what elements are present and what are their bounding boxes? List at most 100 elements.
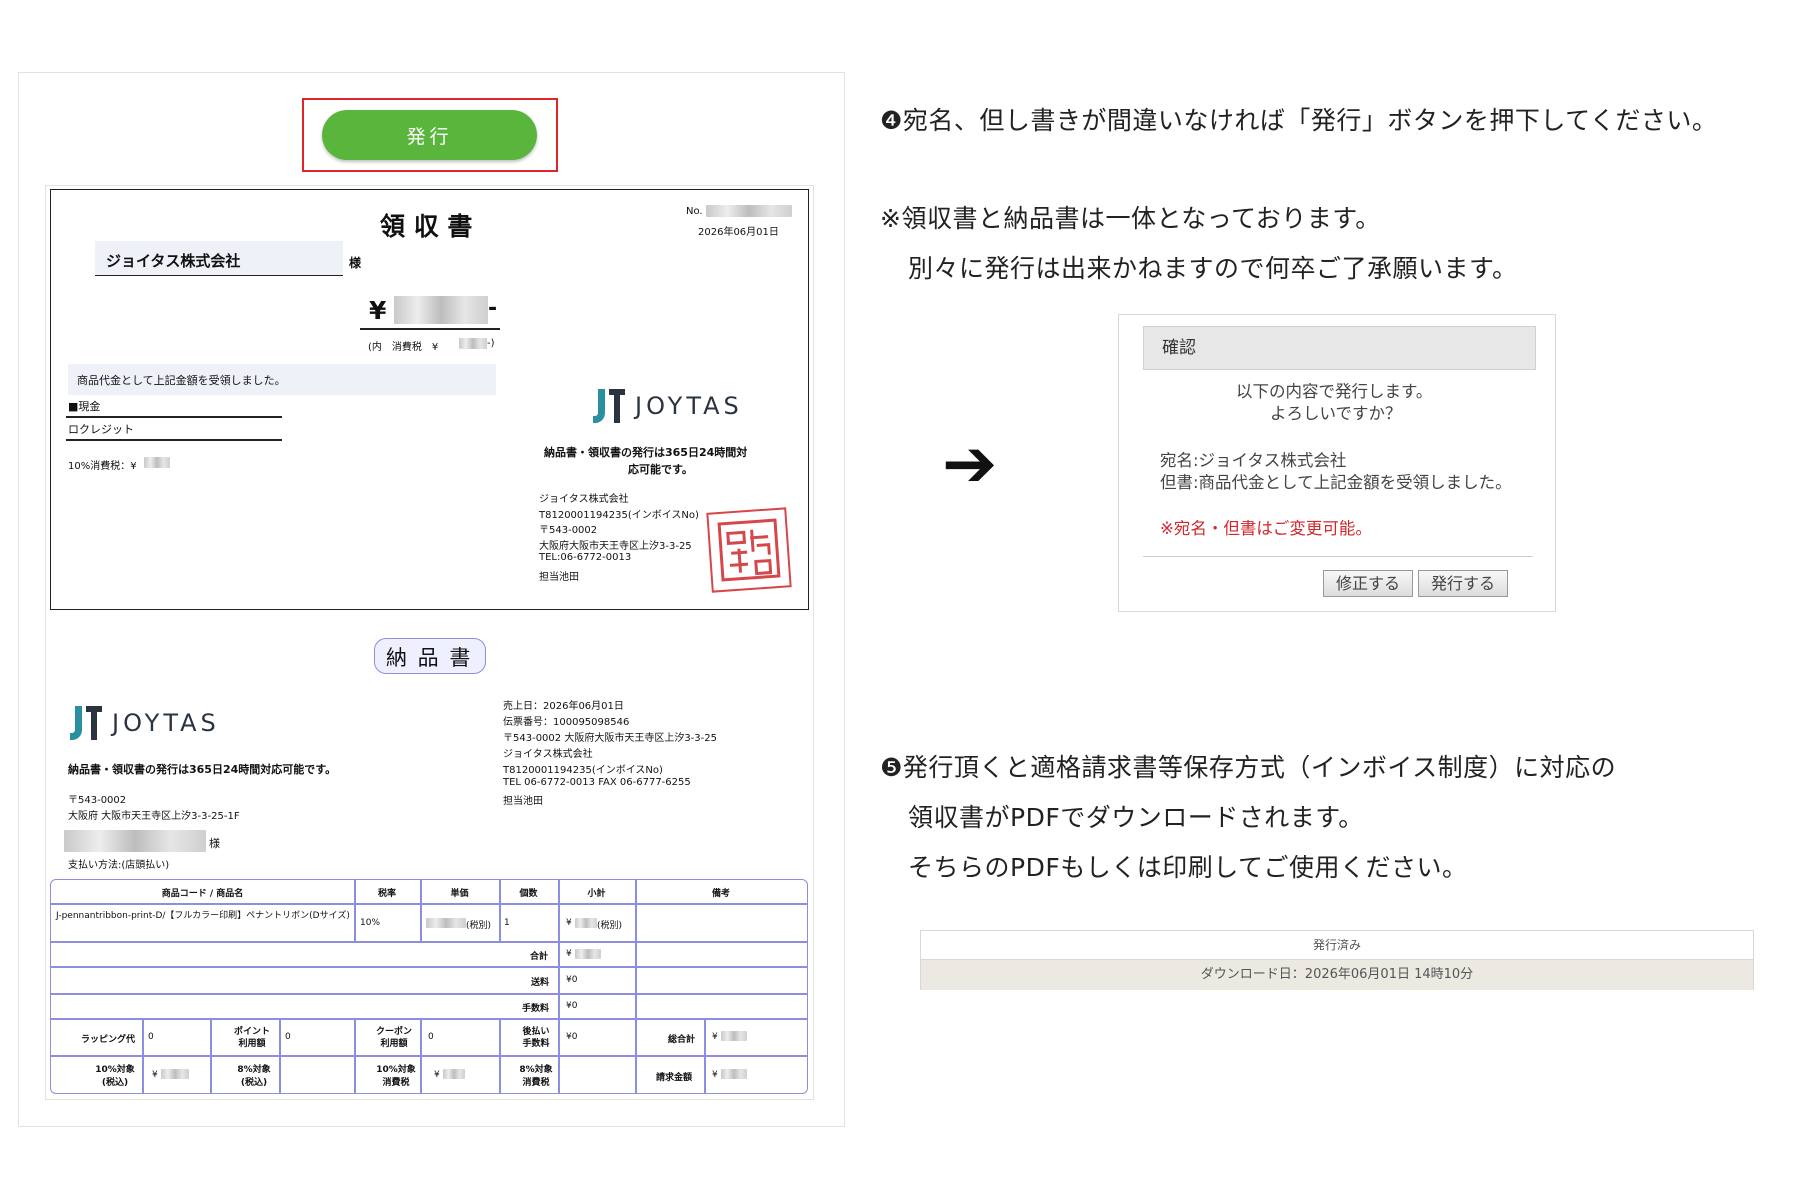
amount-currency: ¥ <box>369 296 387 325</box>
points-label: 利用額 <box>238 1039 266 1049</box>
redacted-tax10 <box>443 1069 465 1079</box>
divider <box>66 439 282 441</box>
delivery-info-line: T8120001194235(インボイスNo) <box>503 765 663 776</box>
customer-address-line: 大阪府 大阪市天王寺区上汐3-3-25-1F <box>68 811 240 822</box>
receipt-notice-1: 納品書・領収書の発行は365日24時間対 <box>544 446 748 459</box>
amount-suffix: - <box>488 296 498 321</box>
col-header: 小計 <box>587 889 606 899</box>
issuer-line: 担当池田 <box>539 572 579 583</box>
logo-text: JOYTAS <box>112 709 220 737</box>
table-rule <box>279 1018 281 1094</box>
redacted-subtotal <box>575 918 597 928</box>
note-line-2: 別々に発行は出来かねますので何卒ご了承願います。 <box>908 254 1518 283</box>
edit-button[interactable]: 修正する <box>1323 570 1413 597</box>
delivery-info-line: TEL 06-6772-0013 FAX 06-6777-6255 <box>503 777 691 788</box>
dialog-warning: ※宛名・但書はご変更可能。 <box>1160 519 1372 538</box>
dialog-title: 確認 <box>1143 326 1536 370</box>
table-rule <box>210 1018 212 1094</box>
redacted-t10 <box>161 1069 189 1079</box>
tax8-label: 8%対象 <box>519 1065 553 1075</box>
delivery-info-line: 〒543-0002 大阪府大阪市天王寺区上汐3-3-25 <box>503 733 717 744</box>
joytas-logo: JOYTAS <box>68 706 220 740</box>
fee-label: 手数料 <box>522 1004 550 1014</box>
delivery-info-line: 伝票番号：100095098546 <box>503 717 630 728</box>
tax10-value: ¥ <box>434 1070 440 1080</box>
t10-value: ¥ <box>152 1070 158 1080</box>
receipt-addressee: ジョイタス株式会社 <box>106 252 241 270</box>
tax10-label: 10%対象 <box>376 1065 416 1075</box>
item-tax: 10% <box>360 918 381 928</box>
table-rule <box>51 1055 807 1057</box>
delivery-title: 納 品 書 <box>386 646 473 670</box>
table-rule <box>704 1018 706 1094</box>
col-header: 個数 <box>519 889 538 899</box>
coupon-value: 0 <box>428 1032 434 1042</box>
redacted-customer-name <box>64 830 206 852</box>
divider <box>66 416 282 418</box>
table-rule <box>635 880 637 1018</box>
dialog-proviso: 但書:商品代金として上記金額を受領しました。 <box>1160 473 1512 492</box>
customer-address-line: 〒543-0002 <box>68 795 127 806</box>
delivery-notice: 納品書・領収書の発行は365日24時間対応可能です。 <box>68 763 337 776</box>
redacted-grand-total <box>721 1031 747 1041</box>
grand-total-value: ¥ <box>712 1032 718 1042</box>
later-value: ¥0 <box>566 1032 578 1042</box>
step5-line-1: ❺発行頂くと適格請求書等保存方式（インボイス制度）に対応の <box>880 753 1617 782</box>
wrapping-value: 0 <box>148 1032 154 1042</box>
total-value: ¥ <box>566 949 572 959</box>
item-qty: 1 <box>504 918 510 928</box>
receipt-proviso: 商品代金として上記金額を受領しました。 <box>77 374 286 387</box>
fee-value: ¥0 <box>566 1001 578 1011</box>
item-subtotal-prefix: ¥ <box>566 918 572 928</box>
download-date: ダウンロード日：2026年06月01日 14時10分 <box>921 959 1753 990</box>
joytas-logo: JOYTAS <box>591 389 743 423</box>
col-header: 備考 <box>711 889 730 899</box>
tax8-label: 消費税 <box>522 1078 550 1088</box>
receipt-honorific: 様 <box>349 256 362 270</box>
issuer-line: 〒543-0002 <box>539 525 598 536</box>
amount-underline <box>360 328 500 330</box>
col-header: 商品コード / 商品名 <box>161 889 244 899</box>
table-rule <box>558 880 560 1018</box>
dialog-message-2: よろしいですか？ <box>1270 404 1402 423</box>
delivery-info-line: ジョイタス株式会社 <box>503 749 593 760</box>
issuer-line: T8120001194235(インボイスNo) <box>539 510 699 521</box>
table-rule <box>51 966 807 968</box>
table-rule <box>51 993 807 995</box>
delivery-info-line: 売上日：2026年06月01日 <box>503 701 624 712</box>
invoice-label: 請求金額 <box>656 1073 693 1083</box>
step4-text: ❹宛名、但し書きが間違いなければ「発行」ボタンを押下してください。 <box>880 106 1718 135</box>
confirm-issue-button[interactable]: 発行する <box>1418 570 1508 597</box>
receipt-notice-2: 応可能です。 <box>628 463 693 476</box>
step5-line-2: 領収書がPDFでダウンロードされます。 <box>908 803 1364 832</box>
delivery-info-line: 担当池田 <box>503 796 543 807</box>
issue-button[interactable]: 発行 <box>322 110 537 160</box>
t8-label: (税込) <box>240 1078 268 1088</box>
receipt-title: 領 収 書 <box>380 212 473 241</box>
company-seal-stamp <box>706 507 792 593</box>
t10-label: (税込) <box>101 1078 129 1088</box>
table-rule <box>51 1018 807 1020</box>
issuer-line: ジョイタス株式会社 <box>539 494 629 505</box>
dialog-message-1: 以下の内容で発行します。 <box>1236 382 1433 401</box>
col-header: 税率 <box>377 889 396 899</box>
joytas-logo-mark <box>68 706 104 740</box>
table-rule <box>354 1018 356 1094</box>
note-line-1: ※領収書と納品書は一体となっております。 <box>880 204 1381 233</box>
customer-honorific: 様 <box>209 837 220 850</box>
dialog-addressee: 宛名:ジョイタス株式会社 <box>1160 451 1347 470</box>
joytas-logo-mark <box>591 389 627 423</box>
item-name: J-pennantribbon-print-D/【フルカラー印刷】ペナントリボン… <box>56 911 350 921</box>
item-price-suffix: (税別) <box>466 921 492 931</box>
arrow-right-icon: ➔ <box>942 425 998 502</box>
table-rule <box>51 941 807 943</box>
table-rule <box>499 1018 501 1094</box>
dialog-divider <box>1143 556 1533 557</box>
table-rule <box>558 1018 560 1094</box>
issuer-line: 大阪府大阪市天王寺区上汐3-3-25 <box>539 541 692 552</box>
t8-label: 8%対象 <box>237 1065 271 1075</box>
issuer-line: TEL:06-6772-0013 <box>539 552 632 563</box>
t10-label: 10%対象 <box>95 1065 135 1075</box>
redacted-invoice <box>721 1069 747 1079</box>
total-label: 合計 <box>530 952 549 962</box>
